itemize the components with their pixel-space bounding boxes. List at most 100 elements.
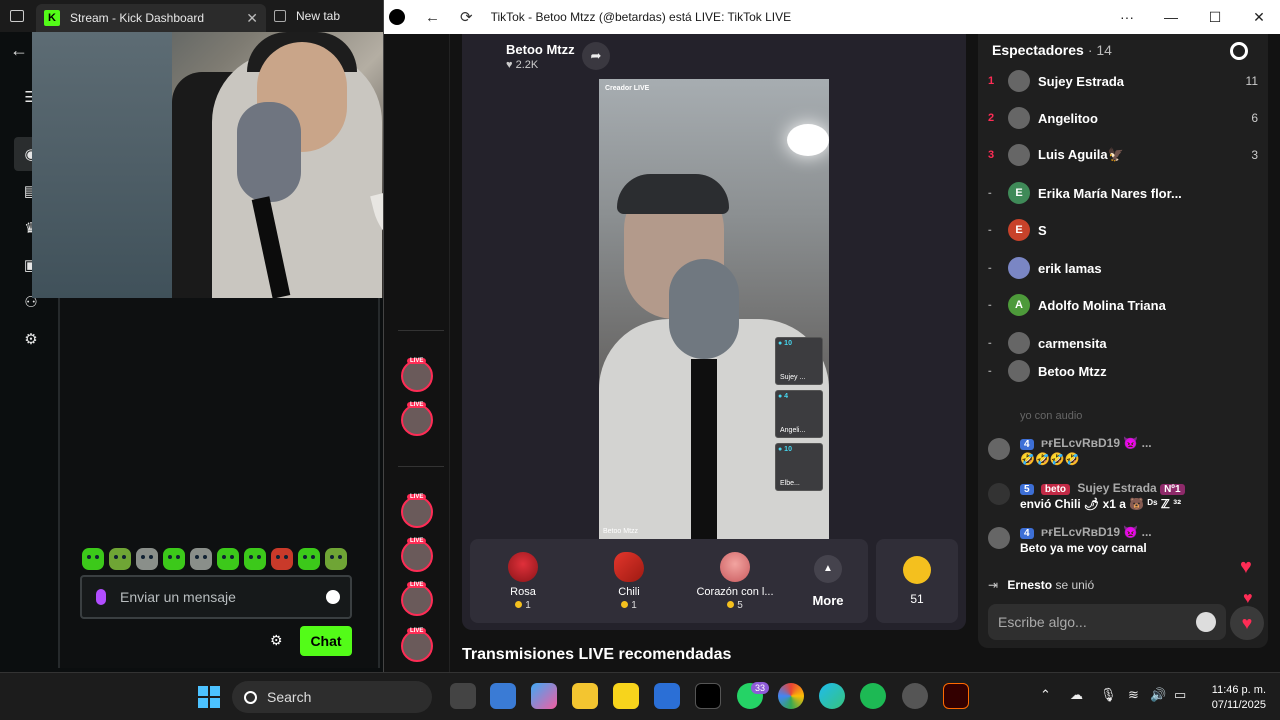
sticky-notes-icon[interactable]	[613, 683, 639, 709]
avatar	[1008, 360, 1030, 382]
obs-icon[interactable]	[902, 683, 928, 709]
live-avatar[interactable]: LIVE	[401, 358, 433, 392]
chrome-icon[interactable]	[778, 683, 804, 709]
emote-icon[interactable]	[271, 548, 293, 570]
guest-tile[interactable]: ● 10 Elbe...	[775, 443, 823, 491]
gift-corazon[interactable]: Corazón con l... 5	[682, 551, 788, 611]
live-avatar[interactable]: LIVE	[401, 628, 433, 662]
file-explorer-icon[interactable]	[572, 683, 598, 709]
avatar	[988, 527, 1010, 549]
microphone-icon[interactable]	[96, 589, 106, 605]
like-button[interactable]: ♥	[1230, 606, 1264, 640]
emote-icon[interactable]	[217, 548, 239, 570]
emote-icon[interactable]	[82, 548, 104, 570]
kick-logo-icon: K	[44, 10, 60, 26]
live-avatar[interactable]: LIVE	[401, 402, 433, 436]
back-arrow-icon[interactable]: ←	[10, 40, 28, 61]
emote-icon[interactable]	[244, 548, 266, 570]
emoji-icon[interactable]	[1196, 612, 1216, 632]
chat-send-button[interactable]: Chat	[300, 626, 352, 656]
battery-icon[interactable]: ▭	[1174, 687, 1186, 703]
chevron-up-icon[interactable]: ⌃	[1040, 687, 1051, 703]
emote-icon[interactable]	[190, 548, 212, 570]
guest-tile[interactable]: ● 4 Angeli...	[775, 390, 823, 438]
guest-tile[interactable]: ● 10 Sujey ...	[775, 337, 823, 385]
emote-icon[interactable]	[163, 548, 185, 570]
reload-icon[interactable]: ⟳	[460, 8, 473, 26]
chat-settings-icon[interactable]: ⚙	[270, 632, 283, 649]
chili-icon	[614, 551, 644, 582]
share-icon[interactable]: ➦	[582, 42, 610, 70]
close-button[interactable]: ✕	[1237, 9, 1280, 26]
tiktok-browser-window: ← ⟳ TikTok - Betoo Mtzz (@betardas) está…	[383, 0, 1280, 672]
close-tab-icon[interactable]: ✕	[246, 10, 258, 27]
back-icon[interactable]: ←	[425, 9, 440, 26]
clock[interactable]: 11:46 p. m. 07/11/2025	[1196, 683, 1266, 713]
windows-start-icon[interactable]	[198, 686, 220, 708]
comment-input[interactable]: Escribe algo...	[988, 604, 1226, 640]
illustrator-icon[interactable]	[943, 683, 969, 709]
viewer-row[interactable]: - E Erika María Nares flor...	[988, 178, 1258, 208]
spotify-icon[interactable]	[860, 683, 886, 709]
viewer-row[interactable]: - E S	[988, 215, 1258, 245]
microphone-icon[interactable]: 🎙	[1100, 687, 1117, 703]
emote-icon[interactable]	[298, 548, 320, 570]
rank-badge: Nº1	[1160, 484, 1185, 495]
live-avatar[interactable]: LIVE	[401, 538, 433, 572]
viewer-row[interactable]: - Betoo Mtzz	[988, 356, 1258, 386]
search-icon	[244, 690, 257, 704]
viewer-row[interactable]: 1 Sujey Estrada 11	[988, 66, 1258, 96]
title-bar: ← ⟳ TikTok - Betoo Mtzz (@betardas) está…	[384, 0, 1280, 34]
viewer-row[interactable]: - carmensita	[988, 328, 1258, 358]
taskbar-search[interactable]: Search	[232, 681, 432, 713]
settings-icon[interactable]	[1230, 42, 1248, 60]
volume-icon[interactable]: 🔊	[1150, 687, 1166, 703]
live-avatar[interactable]: LIVE	[401, 494, 433, 528]
wifi-icon[interactable]: ≋	[1128, 687, 1139, 703]
tab-kick-dashboard[interactable]: K Stream - Kick Dashboard ✕	[36, 4, 266, 32]
streamer-likes: ♥ 2.2K	[506, 59, 539, 71]
window-menu-icon[interactable]	[10, 10, 24, 22]
emote-icon[interactable]	[136, 548, 158, 570]
gift-icon	[988, 483, 1010, 505]
emote-icon[interactable]	[109, 548, 131, 570]
emoji-icon[interactable]	[326, 590, 340, 604]
gift-rosa[interactable]: Rosa 1	[470, 551, 576, 611]
more-gifts-button[interactable]: ▲ More	[788, 554, 868, 608]
copilot-icon[interactable]	[531, 683, 557, 709]
streamer-info[interactable]: Betoo Mtzz ♥ 2.2K	[506, 42, 575, 71]
more-options-icon[interactable]: ···	[1105, 9, 1149, 25]
emote-icon[interactable]	[325, 548, 347, 570]
outlook-icon[interactable]	[654, 683, 680, 709]
tiktok-logo-icon	[389, 9, 405, 25]
store-icon[interactable]	[490, 683, 516, 709]
chat-message-input[interactable]: Enviar un mensaje	[80, 575, 352, 619]
edge-icon[interactable]	[819, 683, 845, 709]
viewer-row[interactable]: 3 Luis Aguila🦅 3	[988, 140, 1258, 170]
message-placeholder: Enviar un mensaje	[120, 589, 236, 605]
viewer-row[interactable]: - erik lamas	[988, 253, 1258, 283]
chat-username[interactable]: ᴘғELᴄᴠRвD19 👿 ...	[1041, 525, 1152, 539]
cloud-icon[interactable]: ☁	[1070, 687, 1083, 703]
maximize-button[interactable]: ☐	[1193, 9, 1237, 26]
viewer-row[interactable]: - A Adolfo Molina Triana	[988, 290, 1258, 320]
live-stream-panel: Betoo Mtzz ♥ 2.2K ➦ Creador LIVE Betoo M…	[462, 34, 966, 630]
tiktok-app-icon[interactable]	[695, 683, 721, 709]
chat-username[interactable]: Sujey Estrada	[1077, 481, 1156, 495]
minimize-button[interactable]: —	[1149, 9, 1193, 25]
tab-new-tab[interactable]: New tab	[266, 0, 348, 32]
coin-balance-button[interactable]: 51	[876, 539, 958, 623]
live-avatar[interactable]: LIVE	[401, 582, 433, 616]
task-view-icon[interactable]	[450, 683, 476, 709]
settings-icon[interactable]: ⚙	[14, 322, 48, 356]
live-video[interactable]: Creador LIVE Betoo Mtzz ● 10 Sujey ... ●…	[599, 79, 829, 539]
chat-text: envió Chili 🌶 x1 a 🐻 ᴰˢ ℤ ³²	[1020, 497, 1182, 511]
level-badge: 4	[1020, 439, 1034, 450]
chat-username[interactable]: ᴘғELᴄᴠRвD19 👿 ...	[1041, 436, 1152, 450]
gift-chili[interactable]: Chili 1	[576, 551, 682, 611]
avatar	[1008, 70, 1030, 92]
tab-title: Stream - Kick Dashboard	[70, 11, 205, 25]
joined-username[interactable]: Ernesto	[1007, 578, 1052, 592]
fan-badge: beto	[1040, 484, 1071, 495]
viewer-row[interactable]: 2 Angelitoo 6	[988, 103, 1258, 133]
